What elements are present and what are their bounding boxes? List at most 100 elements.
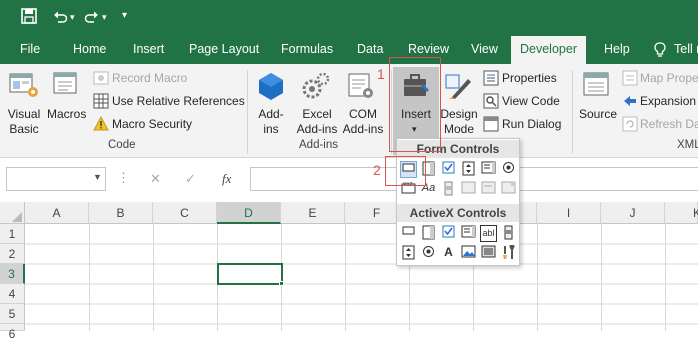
run-dialog-label[interactable]: Run Dialog	[502, 117, 561, 132]
relative-references-label[interactable]: Use Relative References	[112, 94, 245, 109]
visual-basic-icon[interactable]	[9, 71, 39, 102]
title-bar: ▾ ▾ ▾	[0, 0, 698, 36]
column-header[interactable]: D	[217, 202, 281, 224]
activex-more-controls-icon[interactable]	[500, 244, 517, 262]
insert-function-icon[interactable]: fx	[222, 171, 231, 187]
row-header[interactable]: 3	[0, 264, 25, 284]
view-code-icon	[483, 93, 499, 112]
form-text-field-icon[interactable]	[460, 181, 477, 198]
tab-developer[interactable]: Developer	[511, 36, 586, 64]
record-macro-label[interactable]: Record Macro	[112, 71, 187, 86]
group-label-code: Code	[108, 139, 136, 151]
com-add-ins-icon[interactable]	[347, 71, 375, 104]
warning-icon	[93, 115, 109, 135]
properties-label[interactable]: Properties	[502, 71, 557, 86]
macros-label[interactable]: Macros	[47, 107, 86, 122]
map-properties-icon	[622, 70, 638, 89]
form-check-box-icon[interactable]	[440, 161, 457, 178]
annotation-number: 1	[377, 66, 385, 82]
form-combo-list-edit-icon[interactable]	[480, 181, 497, 198]
save-icon[interactable]	[21, 8, 37, 28]
undo-icon[interactable]	[52, 9, 68, 29]
group-label-add-ins: Add-ins	[299, 139, 338, 151]
map-properties-label[interactable]: Map Prope	[640, 71, 698, 86]
column-header[interactable]: A	[25, 202, 89, 224]
annotation-box-button	[385, 156, 426, 186]
column-header[interactable]: E	[281, 202, 345, 224]
fill-handle[interactable]	[279, 281, 284, 286]
activex-text-box-icon[interactable]: abl	[480, 225, 497, 242]
tab-home[interactable]: Home	[73, 36, 106, 64]
add-ins-icon[interactable]	[257, 71, 285, 104]
activex-command-button-icon[interactable]	[400, 225, 417, 242]
tell-me-search[interactable]: Tell m	[674, 36, 698, 64]
cancel-icon[interactable]: ✕	[150, 171, 161, 187]
activex-scroll-bar-icon[interactable]	[500, 225, 517, 242]
annotation-number: 2	[373, 162, 381, 178]
row-header[interactable]: 6	[0, 324, 25, 341]
row-header[interactable]: 1	[0, 224, 25, 244]
excel-add-ins-label[interactable]: Excel Add-ins	[295, 107, 339, 137]
row-header[interactable]: 4	[0, 284, 25, 304]
column-header[interactable]: K	[665, 202, 698, 224]
excel-add-ins-icon[interactable]	[302, 71, 330, 104]
separator	[572, 70, 573, 154]
relative-references-icon	[93, 93, 109, 112]
column-header[interactable]: C	[153, 202, 217, 224]
activex-check-box-icon[interactable]	[440, 225, 457, 242]
form-scroll-bar-icon[interactable]	[440, 181, 457, 198]
tab-formulas[interactable]: Formulas	[281, 36, 333, 64]
tab-insert[interactable]: Insert	[133, 36, 164, 64]
refresh-data-label[interactable]: Refresh Dat	[640, 117, 698, 132]
column-header[interactable]: I	[537, 202, 601, 224]
activex-list-box-icon[interactable]	[460, 225, 477, 242]
redo-dropdown-icon[interactable]: ▾	[102, 12, 107, 23]
expansion-packs-label[interactable]: Expansion	[640, 94, 696, 109]
resize-handle[interactable]: ⋮	[117, 170, 130, 186]
source-icon[interactable]	[582, 71, 612, 102]
activex-image-icon[interactable]	[460, 245, 477, 262]
form-list-box-icon[interactable]	[480, 161, 497, 178]
form-option-button-icon[interactable]	[500, 161, 517, 178]
activex-label-icon[interactable]: A	[440, 245, 457, 262]
macros-icon[interactable]	[52, 71, 82, 102]
name-box-dropdown-icon[interactable]: ▼	[93, 172, 102, 182]
activex-combo-box-icon[interactable]	[420, 225, 437, 242]
tab-view[interactable]: View	[471, 36, 498, 64]
tab-page-layout[interactable]: Page Layout	[189, 36, 259, 64]
add-ins-label[interactable]: Add-ins	[258, 107, 284, 137]
column-header[interactable]: B	[89, 202, 153, 224]
group-label-xml: XML	[677, 139, 698, 151]
separator	[247, 70, 248, 154]
activex-controls-header: ActiveX Controls	[397, 204, 519, 222]
row-header[interactable]: 2	[0, 244, 25, 264]
tab-file[interactable]: File	[20, 36, 40, 64]
select-all-triangle-icon	[12, 212, 22, 222]
ribbon-tabs: File Home Insert Page Layout Formulas Da…	[0, 36, 698, 64]
view-code-label[interactable]: View Code	[502, 94, 560, 109]
undo-dropdown-icon[interactable]: ▾	[70, 12, 75, 23]
com-add-ins-label[interactable]: COM Add-ins	[340, 107, 386, 137]
record-macro-icon	[93, 70, 109, 89]
macro-security-label[interactable]: Macro Security	[112, 117, 192, 132]
name-box[interactable]	[6, 167, 106, 191]
design-mode-label[interactable]: Design Mode	[440, 107, 478, 137]
tab-help[interactable]: Help	[604, 36, 630, 64]
design-mode-icon[interactable]	[443, 71, 473, 104]
column-header[interactable]: J	[601, 202, 665, 224]
refresh-data-icon	[622, 116, 638, 135]
enter-icon[interactable]: ✓	[185, 171, 196, 187]
activex-option-button-icon[interactable]	[420, 245, 437, 262]
activex-toggle-button-icon[interactable]	[480, 245, 497, 262]
customize-qat-icon[interactable]: ▾	[122, 10, 127, 21]
row-header[interactable]: 5	[0, 304, 25, 324]
source-label[interactable]: Source	[579, 107, 617, 122]
visual-basic-label[interactable]: Visual Basic	[7, 107, 41, 137]
active-cell[interactable]	[217, 263, 283, 285]
redo-icon[interactable]	[84, 9, 100, 29]
form-spin-button-icon[interactable]	[460, 161, 477, 178]
run-dialog-icon	[483, 116, 499, 135]
form-combo-dropdown-edit-icon[interactable]	[500, 181, 517, 198]
activex-spin-button-icon[interactable]	[400, 245, 417, 262]
tab-data[interactable]: Data	[357, 36, 383, 64]
